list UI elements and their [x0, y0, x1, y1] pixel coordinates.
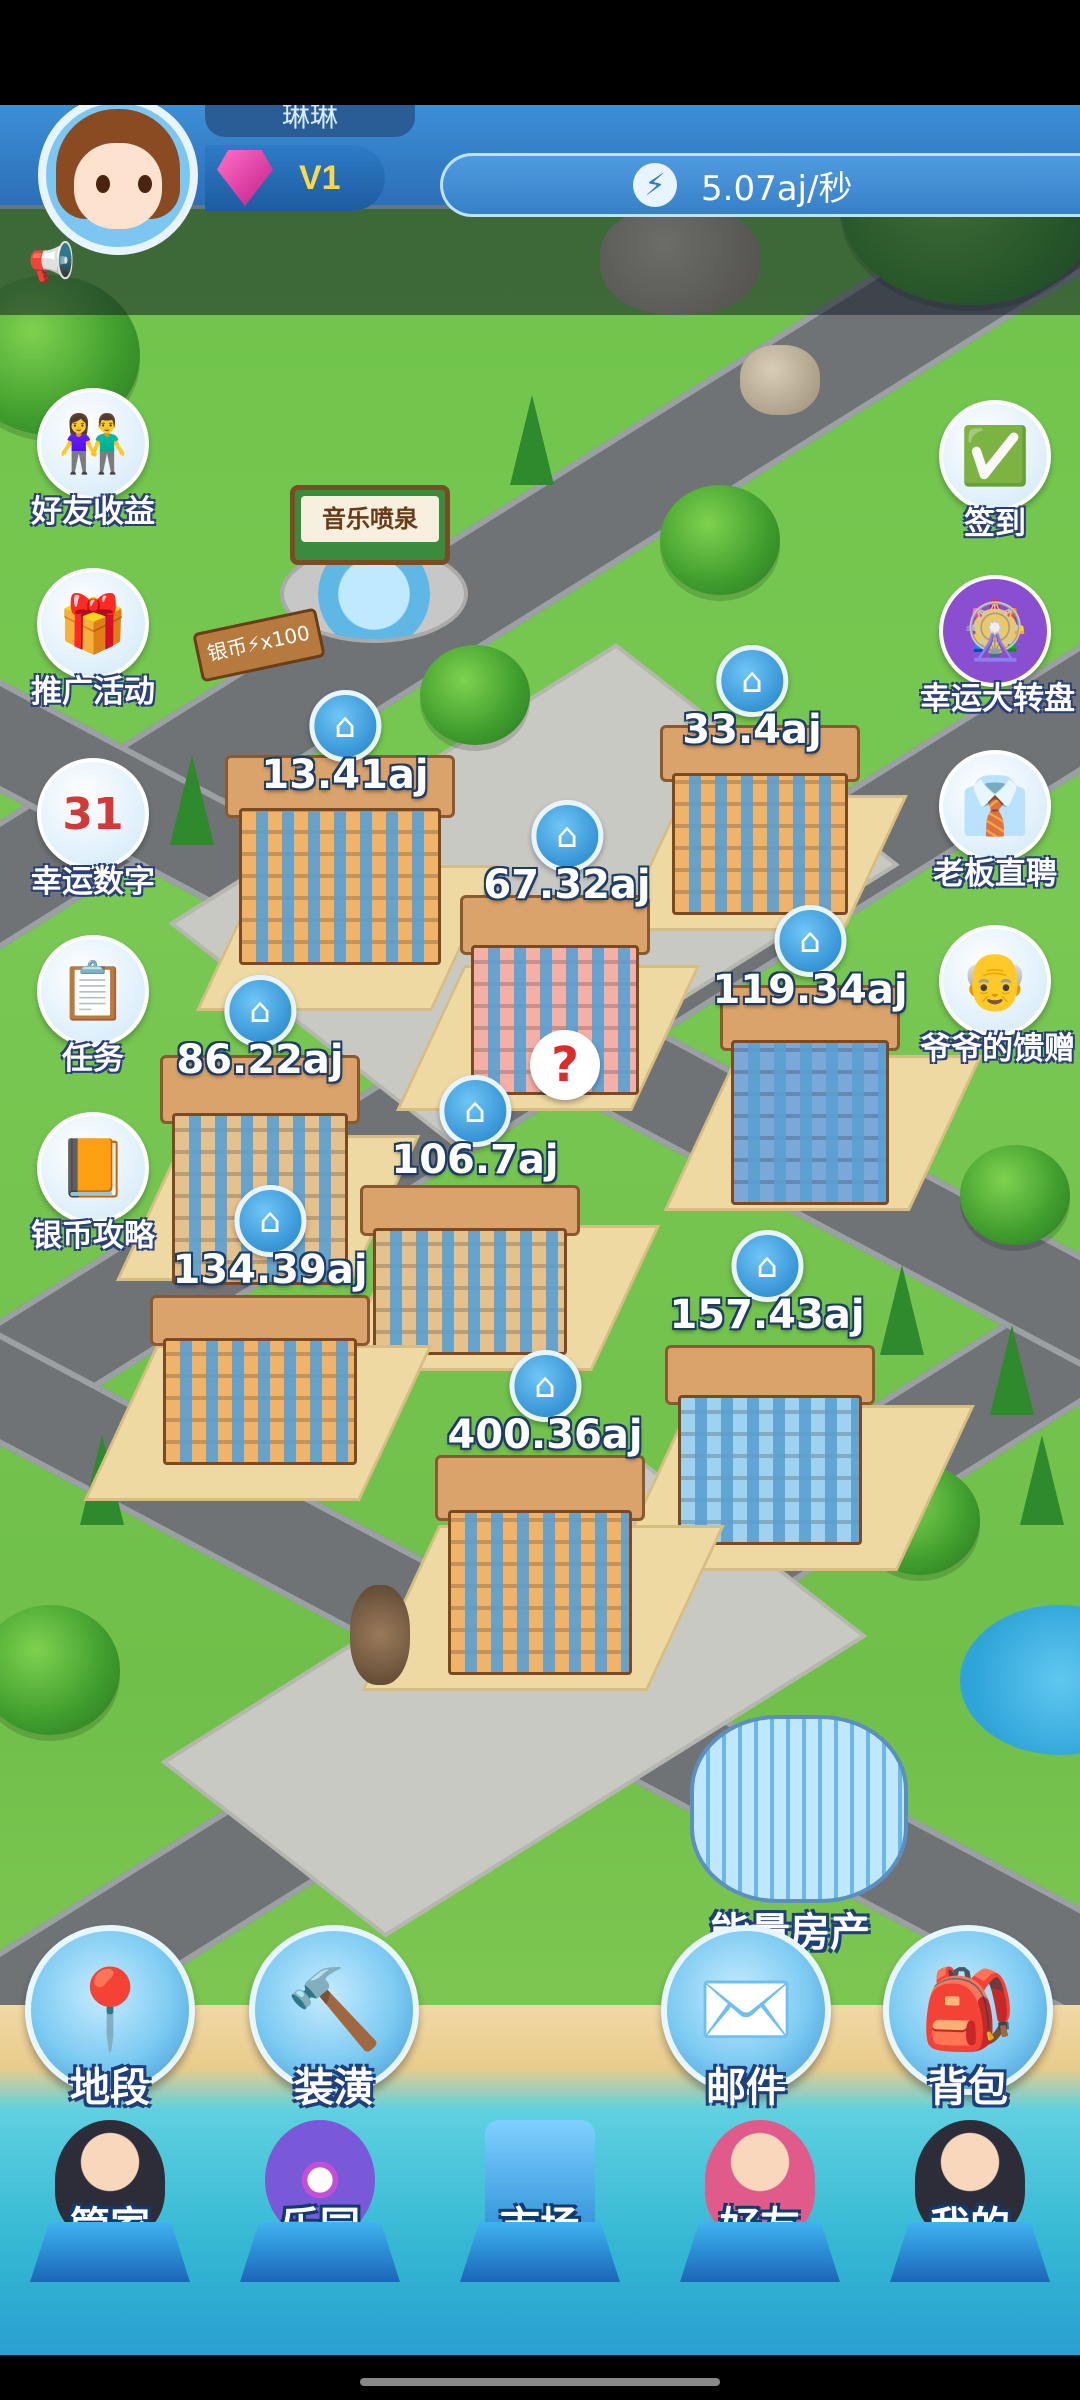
player-avatar[interactable] — [38, 95, 198, 255]
tree — [960, 1145, 1070, 1245]
megaphone-icon[interactable]: 📢 — [28, 240, 75, 285]
gift-icon: 🎁 — [37, 568, 149, 680]
lucky-wheel-icon: 🎡 — [939, 575, 1051, 687]
side-button-coin-guide[interactable]: 📙 银币攻略 — [18, 1112, 168, 1255]
rock — [740, 345, 820, 415]
action-button-decorate[interactable]: 🔨 装潢 — [246, 1925, 422, 2113]
grandpa-avatar-icon: 👴 — [939, 925, 1051, 1037]
home-indicator[interactable] — [360, 2378, 720, 2386]
side-button-lucky-wheel[interactable]: 🎡 幸运大转盘 — [920, 575, 1075, 718]
diamond-icon — [217, 150, 273, 206]
pedestal — [890, 2222, 1050, 2282]
building-income[interactable]: ⌂ 400.36aj — [447, 1350, 643, 1458]
pedestal — [460, 2222, 620, 2282]
building-income[interactable]: ⌂ 157.43aj — [669, 1230, 865, 1338]
building[interactable] — [360, 1185, 580, 1355]
pine-tree — [170, 755, 214, 845]
side-button-tasks[interactable]: 📋 任务 — [18, 935, 168, 1078]
pedestal — [680, 2222, 840, 2282]
fountain-sign: 音乐喷泉 — [290, 485, 450, 565]
building[interactable] — [660, 725, 860, 915]
tree — [0, 1605, 120, 1735]
nav-friends[interactable]: 好友 — [665, 2120, 855, 2282]
action-button-land[interactable]: 📍 地段 — [22, 1925, 198, 2113]
building-income[interactable]: ⌂ 119.34aj — [712, 905, 908, 1013]
energy-house-building[interactable] — [690, 1715, 908, 1903]
pine-tree — [1020, 1435, 1064, 1525]
pine-tree — [880, 1265, 924, 1355]
game-screen: 音乐喷泉 银币⚡x100 ? 能量房产 ⌂ 13.41aj ⌂ 33.4aj ⌂… — [0, 0, 1080, 2400]
header-hud: 琳琳 V1 ⚡ 5.07aj/秒 📢 — [0, 95, 1080, 315]
calendar-icon: 31 — [37, 758, 149, 870]
checkin-calendar-icon: ✅ — [939, 400, 1051, 512]
pond — [960, 1605, 1080, 1755]
building[interactable] — [665, 1345, 875, 1545]
income-rate-panel: ⚡ 5.07aj/秒 — [440, 153, 1080, 217]
side-button-checkin[interactable]: ✅ 签到 — [920, 400, 1070, 543]
building-income[interactable]: ⌂ 134.39aj — [172, 1185, 368, 1293]
tree — [660, 485, 780, 595]
action-button-backpack[interactable]: 🎒 背包 — [880, 1925, 1056, 2113]
boss-avatar-icon: 👔 — [939, 750, 1051, 862]
pedestal — [30, 2222, 190, 2282]
nav-market[interactable]: 市场 — [445, 2120, 635, 2282]
income-rate: 5.07aj/秒 — [701, 168, 853, 209]
building-income[interactable]: ⌂ 67.32aj — [483, 800, 651, 908]
nav-park[interactable]: 乐园 — [225, 2120, 415, 2282]
bottom-nav: 管家 乐园 市场 好友 我的 — [0, 2100, 1080, 2360]
pine-tree — [990, 1325, 1034, 1415]
horse-statue — [350, 1585, 410, 1685]
building-income[interactable]: ⌂ 106.7aj — [391, 1075, 559, 1183]
guide-book-icon: 📙 — [37, 1112, 149, 1224]
lightning-icon: ⚡ — [633, 163, 677, 207]
building[interactable] — [435, 1455, 645, 1675]
building-income[interactable]: ⌂ 86.22aj — [176, 975, 344, 1083]
nav-butler[interactable]: 管家 — [15, 2120, 205, 2282]
side-button-friend-earnings[interactable]: 👫 好友收益 — [18, 388, 168, 531]
side-button-lucky-number[interactable]: 31 幸运数字 — [18, 758, 168, 901]
friends-icon: 👫 — [37, 388, 149, 500]
vip-level: V1 — [299, 158, 341, 197]
action-button-mail[interactable]: ✉️ 邮件 — [658, 1925, 834, 2113]
tree — [420, 645, 530, 745]
status-bar — [0, 0, 1080, 105]
pedestal — [240, 2222, 400, 2282]
side-button-grandpa-gift[interactable]: 👴 爷爷的馈赠 — [920, 925, 1075, 1068]
building-income[interactable]: ⌂ 13.41aj — [261, 690, 429, 798]
building[interactable] — [720, 985, 900, 1205]
vip-badge[interactable]: V1 — [205, 145, 385, 211]
side-button-promotion[interactable]: 🎁 推广活动 — [18, 568, 168, 711]
task-list-icon: 📋 — [37, 935, 149, 1047]
building-income[interactable]: ⌂ 33.4aj — [682, 645, 822, 753]
side-button-boss-hire[interactable]: 👔 老板直聘 — [920, 750, 1070, 893]
pine-tree — [510, 395, 554, 485]
building[interactable] — [150, 1295, 370, 1465]
nav-profile[interactable]: 我的 — [875, 2120, 1065, 2282]
